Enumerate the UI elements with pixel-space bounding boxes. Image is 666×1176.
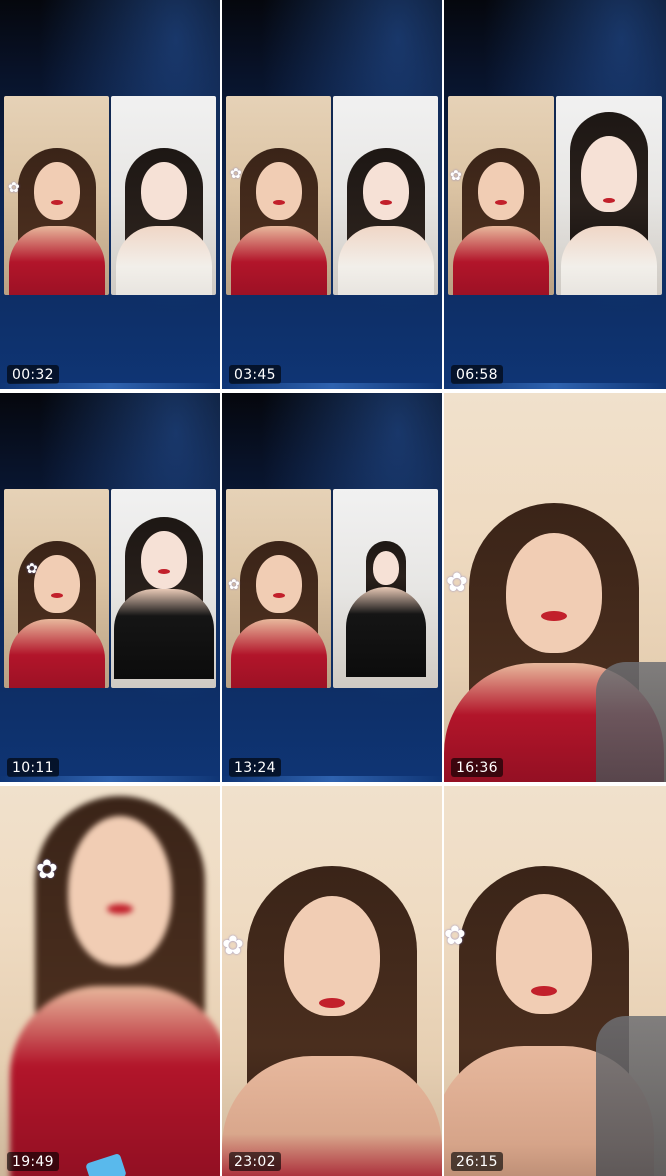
white-flower-icon: ✿ <box>450 167 462 183</box>
split-call-panes: ✿ <box>226 96 438 295</box>
left-participant-pane: ✿ <box>4 96 109 295</box>
right-participant-pane <box>111 96 216 295</box>
timestamp-label: 10:11 <box>7 758 59 777</box>
couch <box>596 662 666 782</box>
timestamp-label: 19:49 <box>7 1152 59 1171</box>
split-call-panes: ✿ <box>4 96 216 295</box>
video-thumbnail-grid: ✿ 00:32 ✿ 03:45 ✿ 06:58 ✿ 10:11 ✿ 13:24 … <box>0 0 666 1176</box>
split-call-panes: ✿ <box>448 96 662 295</box>
white-flower-icon: ✿ <box>26 560 38 576</box>
white-flower-icon: ✿ <box>36 854 58 884</box>
timestamp-label: 06:58 <box>451 365 503 384</box>
split-call-panes: ✿ <box>226 489 438 688</box>
white-flower-icon: ✿ <box>228 576 240 592</box>
white-flower-icon: ✿ <box>222 930 244 960</box>
white-flower-icon: ✿ <box>444 920 466 950</box>
thumbnail-03-45[interactable]: ✿ 03:45 <box>222 0 442 389</box>
thumbnail-23-02[interactable]: ✿ 23:02 <box>222 786 442 1176</box>
timestamp-label: 26:15 <box>451 1152 503 1171</box>
right-participant-pane <box>111 489 216 688</box>
left-participant-pane: ✿ <box>226 489 331 688</box>
timestamp-label: 03:45 <box>229 365 281 384</box>
thumbnail-06-58[interactable]: ✿ 06:58 <box>444 0 666 389</box>
timestamp-label: 23:02 <box>229 1152 281 1171</box>
left-participant-pane: ✿ <box>4 489 109 688</box>
thumbnail-16-36[interactable]: ✿ 16:36 <box>444 393 666 782</box>
timestamp-label: 13:24 <box>229 758 281 777</box>
right-participant-pane <box>333 489 438 688</box>
white-flower-icon: ✿ <box>230 165 242 181</box>
left-participant-pane: ✿ <box>226 96 331 295</box>
white-flower-icon: ✿ <box>446 567 468 597</box>
timestamp-label: 16:36 <box>451 758 503 777</box>
white-flower-icon: ✿ <box>8 179 20 195</box>
right-participant-pane <box>333 96 438 295</box>
timestamp-label: 00:32 <box>7 365 59 384</box>
split-call-panes: ✿ <box>4 489 216 688</box>
thumbnail-19-49[interactable]: ✿ 19:49 <box>0 786 220 1176</box>
thumbnail-26-15[interactable]: ✿ 26:15 <box>444 786 666 1176</box>
thumbnail-13-24[interactable]: ✿ 13:24 <box>222 393 442 782</box>
left-participant-pane: ✿ <box>448 96 554 295</box>
thumbnail-00-32[interactable]: ✿ 00:32 <box>0 0 220 389</box>
thumbnail-10-11[interactable]: ✿ 10:11 <box>0 393 220 782</box>
couch <box>596 1016 666 1176</box>
right-participant-pane <box>556 96 662 295</box>
